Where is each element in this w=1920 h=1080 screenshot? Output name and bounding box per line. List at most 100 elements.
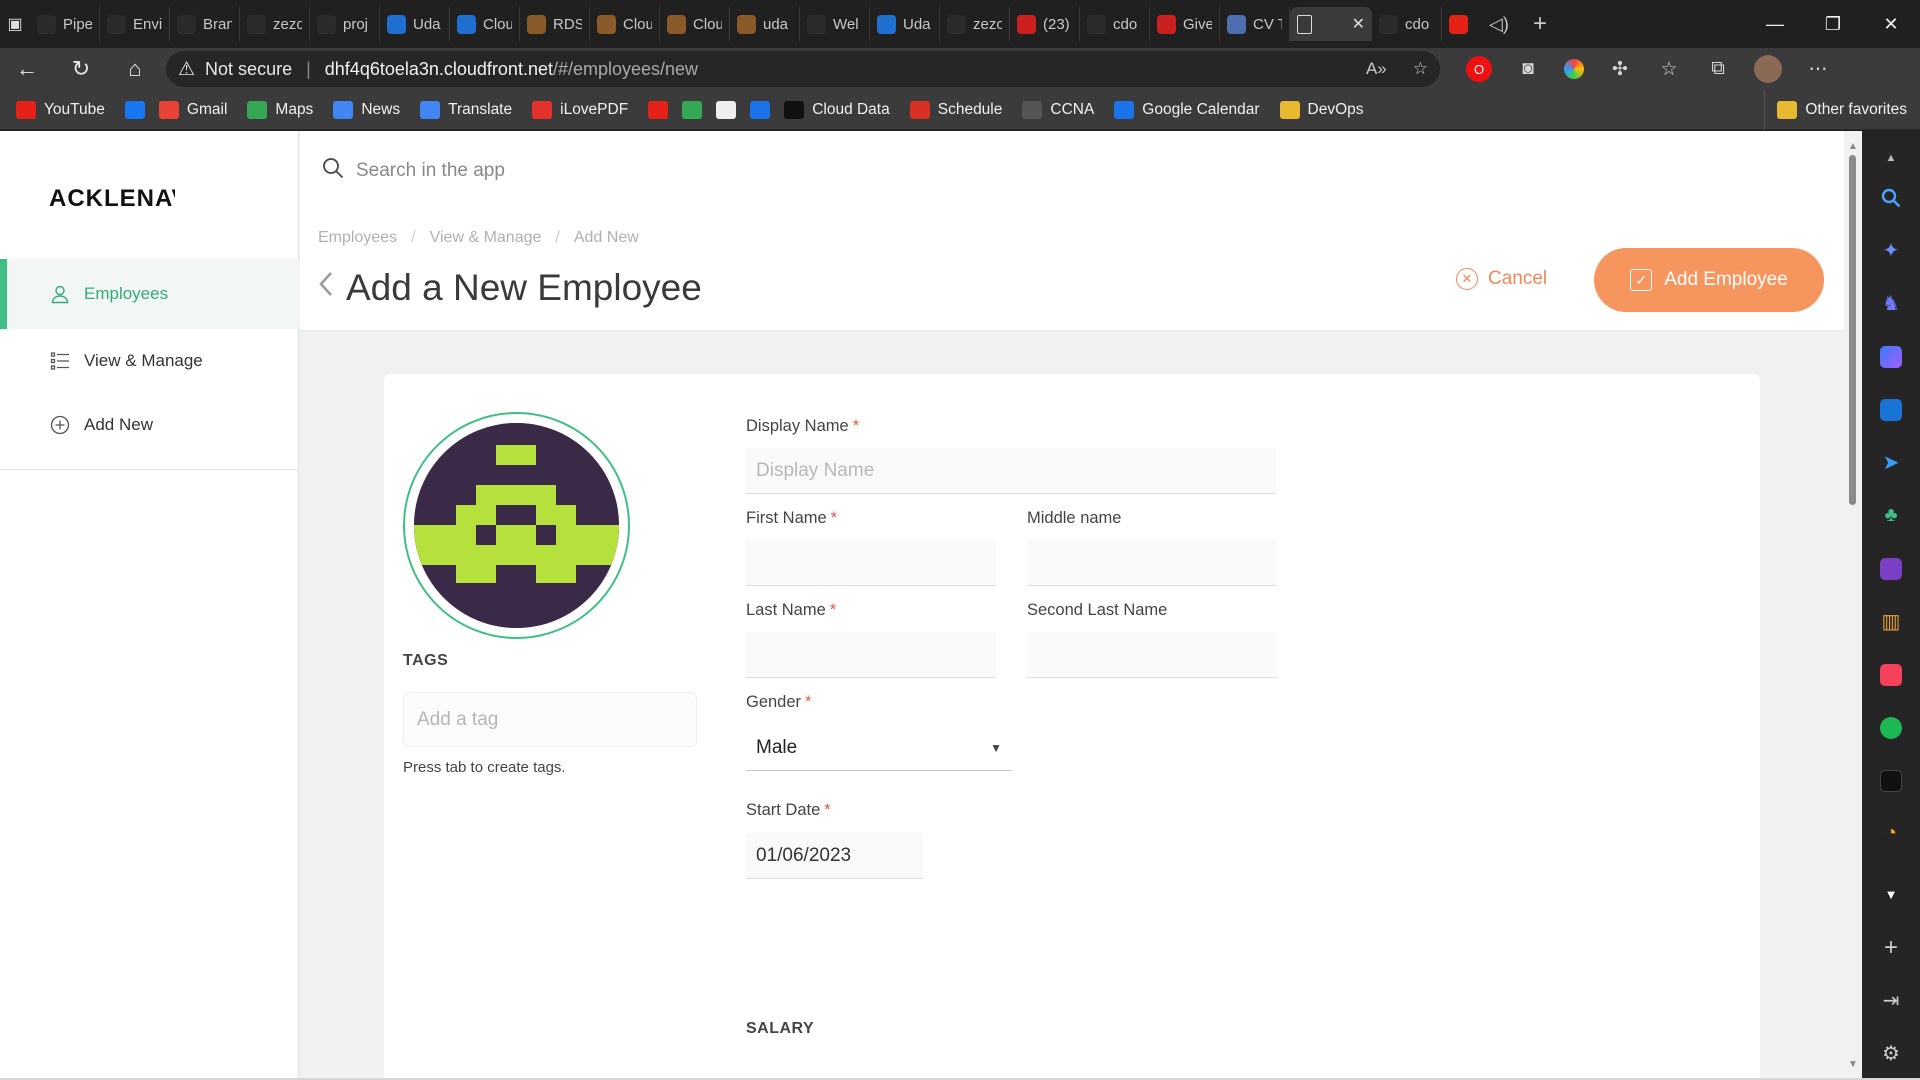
browser-tab[interactable]: cdo <box>1080 7 1150 41</box>
browser-tab[interactable]: Clou <box>590 7 660 41</box>
sidebar-item-view-manage[interactable]: View & Manage <box>0 329 299 393</box>
deezer-icon[interactable]: ▥ <box>1862 595 1920 648</box>
games-icon[interactable]: ♞ <box>1862 277 1920 330</box>
scroll-up-icon[interactable]: ▲ <box>1848 141 1858 152</box>
apple-music-icon[interactable] <box>1862 648 1920 701</box>
url-field[interactable]: ⚠ Not secure | dhf4q6toela3n.cloudfront.… <box>166 51 1440 87</box>
app-search[interactable]: Search in the app <box>322 157 505 185</box>
favorite-item[interactable]: iLovePDF <box>532 100 628 119</box>
scroll-up-arrow-icon[interactable]: ▲ <box>1862 145 1920 171</box>
favorite-item[interactable]: DevOps <box>1279 100 1364 119</box>
minimize-icon[interactable]: — <box>1746 0 1804 48</box>
browser-tab-active[interactable]: ✕ <box>1290 7 1372 41</box>
browser-tab[interactable]: Wel <box>800 7 870 41</box>
send-icon[interactable]: ➤ <box>1862 436 1920 489</box>
search-input[interactable]: Search in the app <box>356 160 505 182</box>
favorite-item[interactable] <box>716 100 737 119</box>
page-scrollbar[interactable]: ▲ ▼ <box>1844 131 1862 1080</box>
favorite-item[interactable] <box>682 100 703 119</box>
favorite-item[interactable] <box>750 100 771 119</box>
browser-tab[interactable]: Clou <box>450 7 520 41</box>
speaker-icon[interactable]: ◁) <box>1482 7 1518 41</box>
copilot-icon[interactable] <box>1862 330 1920 383</box>
tab-actions-icon[interactable]: ▣ <box>0 0 30 48</box>
tree-icon[interactable]: ♣ <box>1862 489 1920 542</box>
home-icon[interactable]: ⌂ <box>108 48 162 90</box>
browser-tab[interactable]: Uda <box>870 7 940 41</box>
browser-tab[interactable]: proj <box>310 7 380 41</box>
scroll-down-icon[interactable]: ▼ <box>1848 1059 1858 1070</box>
last-name-field[interactable] <box>746 632 996 678</box>
browser-tab[interactable]: RDS <box>520 7 590 41</box>
cancel-button[interactable]: ✕ Cancel <box>1456 268 1547 290</box>
avatar[interactable] <box>403 412 630 639</box>
maximize-icon[interactable]: ❐ <box>1804 0 1862 48</box>
more-menu-icon[interactable]: ⋯ <box>1805 56 1831 82</box>
browser-tab[interactable]: zezo <box>940 7 1010 41</box>
search-icon[interactable] <box>1862 171 1920 224</box>
breadcrumb-employees[interactable]: Employees <box>318 229 397 247</box>
browser-tab[interactable]: cdo <box>1372 7 1442 41</box>
browser-tab[interactable]: uda <box>730 7 800 41</box>
read-aloud-icon[interactable]: A» <box>1366 59 1387 79</box>
screenshot-extension-icon[interactable]: ◙ <box>1515 56 1541 82</box>
close-tab-icon[interactable]: ✕ <box>1352 14 1365 34</box>
favorite-item[interactable]: Google Calendar <box>1114 100 1260 119</box>
outlook-icon[interactable] <box>1862 383 1920 436</box>
dropdown-arrow-icon[interactable]: ▼ <box>990 741 1002 755</box>
colorful-extension-icon[interactable] <box>1564 59 1584 79</box>
browser-tab[interactable]: Uda <box>380 7 450 41</box>
favorite-item[interactable]: Translate <box>420 100 512 119</box>
timer-icon[interactable]: ◔ <box>1862 807 1920 860</box>
display-name-field[interactable]: Display Name <box>746 448 1276 494</box>
add-sidebar-icon[interactable]: + <box>1862 921 1920 974</box>
collections-icon[interactable]: ⧉ <box>1705 56 1731 82</box>
back-icon[interactable]: ← <box>0 48 54 90</box>
browser-tab[interactable]: CV T <box>1220 7 1290 41</box>
new-tab-button[interactable]: + <box>1518 7 1562 41</box>
sidebar-item-employees[interactable]: Employees <box>0 259 299 329</box>
second-last-name-field[interactable] <box>1027 632 1277 678</box>
back-chevron-icon[interactable] <box>318 270 334 306</box>
browser-tab[interactable]: Pipe <box>30 7 100 41</box>
favorite-item[interactable]: YouTube <box>16 100 105 119</box>
settings-gear-icon[interactable]: ⚙ <box>1862 1027 1920 1080</box>
security-label[interactable]: Not secure <box>205 59 292 80</box>
browser-tab[interactable]: Clou <box>660 7 730 41</box>
opera-extension-icon[interactable]: O <box>1466 56 1492 82</box>
favorite-item[interactable]: Maps <box>247 100 313 119</box>
hide-sidebar-icon[interactable]: ⇥ <box>1862 974 1920 1027</box>
onenote-icon[interactable] <box>1862 542 1920 595</box>
tag-input[interactable]: Add a tag <box>403 692 697 747</box>
favorite-item[interactable]: Cloud Data <box>784 100 890 119</box>
favorite-item[interactable] <box>124 100 145 119</box>
youtube-tab[interactable] <box>1442 7 1482 41</box>
favorites-icon[interactable]: ☆ <box>1656 56 1682 82</box>
browser-tab[interactable]: Envi <box>100 7 170 41</box>
extensions-icon[interactable]: ✣ <box>1607 56 1633 82</box>
browser-tab[interactable]: zezo <box>240 7 310 41</box>
browser-tab[interactable]: Bran <box>170 7 240 41</box>
favorite-item[interactable]: News <box>333 100 400 119</box>
copilot-sparkle-icon[interactable]: ✦ <box>1862 224 1920 277</box>
favorite-item[interactable] <box>648 100 669 119</box>
middle-name-field[interactable] <box>1027 540 1277 586</box>
first-name-field[interactable] <box>746 540 996 586</box>
start-date-field[interactable]: 01/06/2023 <box>746 833 923 879</box>
amazon-music-icon[interactable] <box>1862 754 1920 807</box>
browser-tab[interactable]: (23) <box>1010 7 1080 41</box>
add-favorite-icon[interactable]: ☆ <box>1413 59 1428 79</box>
warning-icon[interactable]: ⚠ <box>178 58 195 81</box>
breadcrumb-view-manage[interactable]: View & Manage <box>430 229 542 247</box>
profile-avatar[interactable] <box>1754 55 1782 83</box>
refresh-icon[interactable]: ↻ <box>54 48 108 90</box>
close-window-icon[interactable]: ✕ <box>1862 0 1920 48</box>
add-employee-button[interactable]: ✓ Add Employee <box>1594 248 1824 312</box>
spotify-icon[interactable] <box>1862 701 1920 754</box>
favorite-item[interactable]: Gmail <box>158 100 227 119</box>
favorite-item[interactable]: Schedule <box>909 100 1002 119</box>
app-logo[interactable]: ACKLENAV <box>49 185 175 213</box>
gender-select[interactable]: Male ▼ <box>746 725 1012 771</box>
scroll-thumb[interactable] <box>1849 155 1856 505</box>
favorite-item[interactable]: CCNA <box>1022 100 1094 119</box>
